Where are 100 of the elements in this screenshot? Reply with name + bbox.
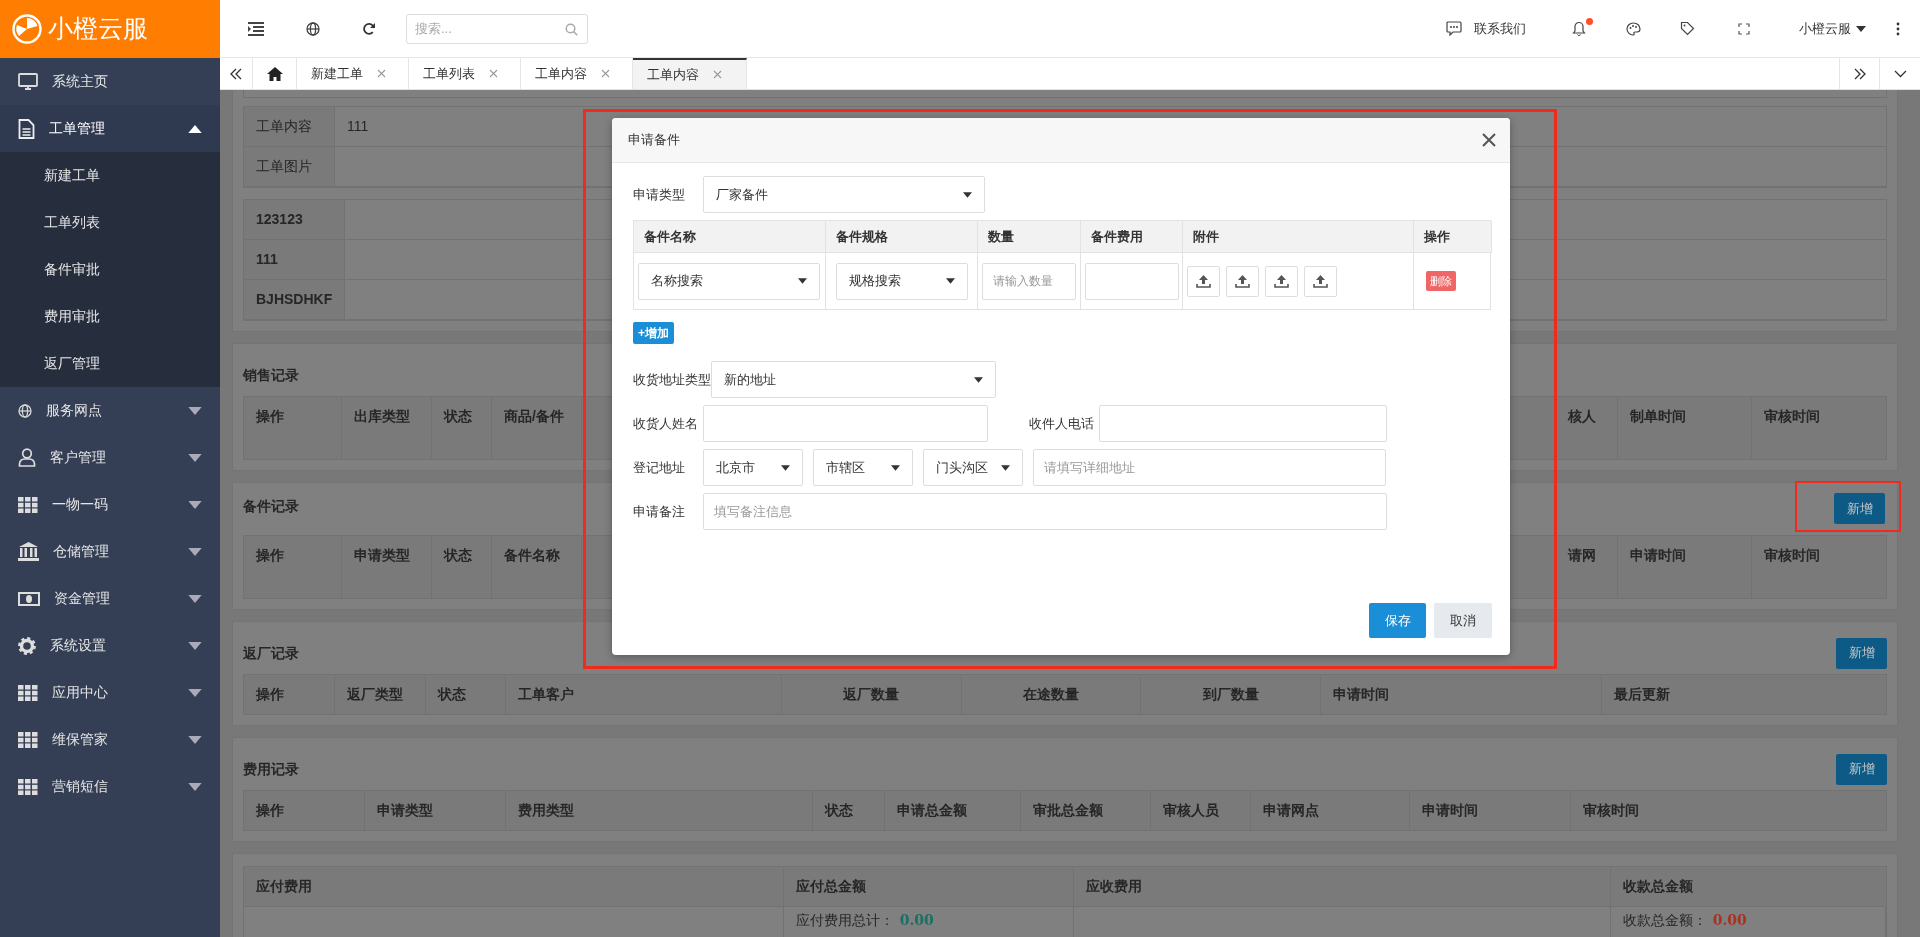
- column-header: 到厂数量: [1140, 675, 1322, 714]
- upload-icon: [1274, 274, 1289, 288]
- close-icon[interactable]: [489, 69, 498, 78]
- sidebar-item[interactable]: 工单管理: [0, 105, 220, 152]
- column-header: 状态: [812, 791, 886, 830]
- code-label: 111: [244, 240, 345, 280]
- refresh-icon[interactable]: [362, 21, 376, 36]
- contact-link[interactable]: 联系我们: [1474, 18, 1526, 39]
- user-menu[interactable]: 小橙云服: [1799, 18, 1866, 39]
- column-header: 核人: [1556, 397, 1618, 459]
- input-field[interactable]: 填写备注信息: [703, 493, 1387, 530]
- grid-icon: [18, 684, 38, 701]
- close-icon: [1482, 133, 1496, 147]
- close-icon[interactable]: [377, 69, 386, 78]
- input-field[interactable]: [1099, 405, 1387, 442]
- column-header: 商品/备件: [492, 397, 582, 459]
- close-icon[interactable]: [601, 69, 610, 78]
- column-header: 申请时间: [1410, 791, 1571, 830]
- upload-button[interactable]: [1304, 265, 1337, 297]
- column-header: 附件: [1183, 221, 1414, 253]
- bell-icon[interactable]: [1572, 21, 1586, 36]
- column-header: 应收费用: [1073, 867, 1611, 906]
- total-value: 0.00: [899, 912, 934, 928]
- input-field[interactable]: 请输入数量: [982, 262, 1076, 300]
- submenu-item[interactable]: 工单列表: [0, 199, 220, 246]
- cancel-button[interactable]: 取消: [1434, 603, 1492, 638]
- column-header: 审核时间: [1581, 801, 1640, 820]
- column-header: 状态: [432, 397, 492, 459]
- field-label: 收货地址类型: [633, 370, 711, 389]
- column-header: 申请网点: [1250, 791, 1411, 830]
- column-header: 最后更新: [1612, 685, 1671, 704]
- column-header: 状态: [432, 536, 492, 598]
- search-dropdown[interactable]: 规格搜索: [836, 262, 968, 300]
- close-icon[interactable]: [713, 70, 722, 79]
- field-label: 登记地址: [633, 458, 686, 477]
- tag-icon[interactable]: [1680, 21, 1695, 36]
- upload-icon: [1196, 274, 1211, 288]
- fullscreen-icon[interactable]: [1738, 22, 1750, 35]
- input-field[interactable]: [703, 405, 988, 442]
- dropdown[interactable]: 门头沟区: [923, 449, 1023, 486]
- logo-icon: [12, 13, 42, 44]
- field-label: 工单图片: [244, 147, 335, 187]
- upload-button[interactable]: [1187, 265, 1220, 297]
- home-icon: [265, 65, 284, 82]
- upload-button[interactable]: [1265, 265, 1298, 297]
- column-header: 操作: [244, 536, 342, 598]
- globe-icon[interactable]: [306, 21, 320, 36]
- column-header: 申请时间: [1618, 536, 1752, 598]
- search-icon: [565, 22, 578, 36]
- save-button[interactable]: 保存: [1369, 603, 1426, 638]
- dropdown[interactable]: 市辖区: [813, 449, 913, 486]
- submenu-item[interactable]: 备件审批: [0, 246, 220, 293]
- column-header: 请网: [1556, 536, 1618, 598]
- double-chevron-left-icon: [230, 67, 242, 80]
- chevron-down-icon: [1893, 69, 1907, 78]
- input-field[interactable]: [1085, 262, 1179, 300]
- submenu-item[interactable]: 新建工单: [0, 152, 220, 199]
- submenu-item[interactable]: 返厂管理: [0, 340, 220, 387]
- palette-icon[interactable]: [1626, 21, 1641, 36]
- person-icon: [18, 448, 36, 467]
- column-header: 在途数量: [962, 675, 1141, 714]
- column-header: 收款总金额: [1621, 877, 1694, 896]
- chat-icon[interactable]: [1446, 21, 1462, 36]
- search-dropdown[interactable]: 名称搜索: [638, 262, 820, 300]
- column-header: 状态: [425, 675, 507, 714]
- column-header: 出库类型: [342, 397, 432, 459]
- more-icon[interactable]: [1896, 21, 1900, 36]
- column-header: 审批总金额: [1021, 791, 1151, 830]
- banknote-icon: [18, 591, 40, 606]
- field-label: 收货人姓名: [633, 414, 699, 433]
- section-title: 销售记录: [243, 365, 299, 385]
- close-button[interactable]: [1482, 133, 1496, 147]
- bank-icon: [18, 542, 39, 561]
- column-header: 工单客户: [506, 675, 782, 714]
- column-header: 审核时间: [1763, 407, 1821, 426]
- upload-button[interactable]: [1226, 265, 1259, 297]
- dropdown[interactable]: 北京市: [703, 449, 803, 486]
- grid-icon: [18, 496, 38, 513]
- submenu-item[interactable]: 费用审批: [0, 293, 220, 340]
- column-header: 费用类型: [506, 791, 813, 830]
- add-button[interactable]: 新增: [1836, 637, 1887, 669]
- caret-icon: [798, 278, 807, 284]
- add-row-button[interactable]: +增加: [633, 322, 674, 344]
- dropdown[interactable]: 厂家备件: [703, 176, 985, 213]
- add-button[interactable]: 新增: [1834, 493, 1885, 524]
- field-label: 申请类型: [633, 185, 686, 204]
- search-field[interactable]: 搜索...: [406, 13, 588, 44]
- column-header: 申请类型: [342, 536, 432, 598]
- section-title: 备件记录: [243, 496, 299, 516]
- add-button[interactable]: 新增: [1836, 753, 1887, 785]
- field-label: 申请备注: [633, 502, 686, 521]
- column-header: 应付费用: [244, 867, 784, 906]
- column-header: 操作: [244, 791, 365, 830]
- column-header: 返厂数量: [781, 675, 963, 714]
- upload-icon: [1235, 274, 1250, 288]
- input-field[interactable]: 请填写详细地址: [1033, 449, 1386, 486]
- menu-icon[interactable]: [248, 21, 264, 36]
- tab[interactable]: 工单内容: [633, 58, 747, 89]
- dropdown[interactable]: 新的地址: [711, 361, 996, 398]
- grid-icon: [18, 778, 38, 795]
